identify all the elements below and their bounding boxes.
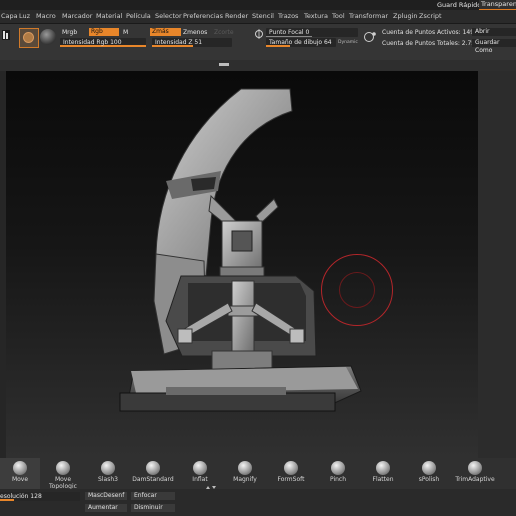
resolution-label: esolución 128: [0, 493, 42, 500]
total-points-count: Cuenta de Puntos Totales: 2.754,1: [382, 40, 485, 47]
brush-pinch-label: Pinch: [329, 476, 347, 483]
menu-material[interactable]: Material: [96, 12, 122, 20]
draw-size-label: Tamaño de dibujo 64: [269, 39, 332, 46]
brush-inflat-label: Inflat: [192, 476, 208, 483]
focal-shift-icon[interactable]: [254, 29, 264, 39]
quick-save-button[interactable]: Guard Rápido: [437, 1, 481, 9]
brush-move-topologic[interactable]: Move Topologic: [41, 458, 85, 490]
right-tray: [478, 71, 516, 458]
brush-move-topologic-icon: [56, 461, 70, 475]
shelf-divider: [0, 60, 516, 71]
transparent-button[interactable]: Transparente: [479, 0, 516, 10]
brush-move[interactable]: Move: [0, 458, 40, 489]
brush-flatten-label: Flatten: [372, 476, 394, 483]
brush-trimadaptive[interactable]: TrimAdaptive: [452, 458, 498, 489]
z-intensity-label: Intensidad Z 51: [155, 39, 203, 46]
rgb-intensity-label: Intensidad Rgb 100: [63, 39, 122, 46]
brush-flatten[interactable]: Flatten: [361, 458, 405, 489]
menu-tool[interactable]: Tool: [332, 12, 345, 20]
save-as-button[interactable]: Guardar Como: [472, 39, 516, 54]
z-intensity-slider[interactable]: Intensidad Z 51: [152, 38, 232, 47]
brush-formsoft-icon: [284, 461, 298, 475]
material-sphere-icon[interactable]: [40, 29, 56, 45]
menu-zscript[interactable]: Zscript: [419, 12, 442, 20]
brush-magnify-label: Magnify: [233, 476, 257, 483]
menu-picker[interactable]: Selector: [155, 12, 182, 20]
menu-transform[interactable]: Transformar: [349, 12, 388, 20]
brush-move-icon: [13, 461, 27, 475]
brush-spolish-label: sPolish: [418, 476, 440, 483]
brush-slash3[interactable]: Slash3: [86, 458, 130, 489]
resolution-slider[interactable]: esolución 128: [0, 492, 80, 501]
menu-movie[interactable]: Película: [126, 12, 151, 20]
brush-formsoft-label: FormSoft: [277, 476, 305, 483]
menu-layer[interactable]: Capa: [1, 12, 18, 20]
m-toggle[interactable]: M: [121, 29, 130, 37]
decrease-button[interactable]: Disminuir: [131, 504, 175, 512]
rgb-intensity-slider[interactable]: Intensidad Rgb 100: [60, 38, 146, 47]
mech-model-render: [119, 88, 362, 412]
brush-spolish[interactable]: sPolish: [407, 458, 451, 489]
menu-light[interactable]: Luz: [19, 12, 30, 20]
brush-flatten-icon: [376, 461, 390, 475]
menu-render[interactable]: Render: [225, 12, 248, 20]
zsub-toggle[interactable]: Zmenos: [181, 29, 209, 37]
focus-button[interactable]: Enfocar: [131, 492, 175, 500]
brush-magnify[interactable]: Magnify: [223, 458, 267, 489]
active-points-count: Cuenta de Puntos Activos: 149,28: [382, 29, 484, 36]
menu-zplugin[interactable]: Zplugin: [393, 12, 418, 20]
brush-slash3-icon: [101, 461, 115, 475]
zadd-toggle[interactable]: Zmás: [150, 28, 181, 36]
menu-texture[interactable]: Textura: [304, 12, 328, 20]
brush-damstandard[interactable]: DamStandard: [131, 458, 175, 489]
brush-pinch[interactable]: Pinch: [316, 458, 360, 489]
brush-trimadaptive-label: TrimAdaptive: [455, 476, 495, 483]
focal-shift-fill: [266, 36, 312, 37]
bottom-bar: esolución 128 MascDesenf Enfocar Aumenta…: [0, 489, 516, 516]
zcut-toggle[interactable]: Zcorte: [212, 29, 236, 37]
menu-stencil[interactable]: Stencil: [252, 12, 274, 20]
mask-blur-button[interactable]: MascDesenf: [85, 492, 127, 500]
menu-bar: Capa Luz Macro Marcador Material Películ…: [0, 10, 516, 24]
brush-damstandard-icon: [146, 461, 160, 475]
rgb-toggle[interactable]: Rgb: [89, 28, 119, 36]
top-strip: Guard Rápido Transparente: [0, 0, 516, 10]
draw-size-slider[interactable]: Tamaño de dibujo 64: [266, 38, 336, 47]
increase-button[interactable]: Aumentar: [85, 504, 127, 512]
open-button[interactable]: Abrir: [472, 28, 516, 36]
focal-shift-slider[interactable]: Punto Focal 0: [266, 28, 358, 37]
brush-slash3-label: Slash3: [98, 476, 118, 483]
edit-mode-icon[interactable]: [2, 30, 10, 40]
brush-trimadaptive-icon: [468, 461, 482, 475]
brush-magnify-icon: [238, 461, 252, 475]
drag-handle[interactable]: [219, 63, 229, 66]
brush-cursor-inner: [339, 272, 375, 308]
document-canvas[interactable]: [6, 71, 478, 458]
focal-shift-label: Punto Focal 0: [269, 29, 310, 36]
brush-formsoft[interactable]: FormSoft: [269, 458, 313, 489]
menu-stroke[interactable]: Trazos: [278, 12, 298, 20]
brush-spolish-icon: [422, 461, 436, 475]
brush-move-topologic-label: Move Topologic: [49, 476, 77, 490]
menu-marker[interactable]: Marcador: [62, 12, 92, 20]
brush-pinch-icon: [331, 461, 345, 475]
menu-macro[interactable]: Macro: [36, 12, 56, 20]
brush-inflat-icon: [193, 461, 207, 475]
menu-preferences[interactable]: Preferencias: [183, 12, 223, 20]
brush-damstandard-label: DamStandard: [132, 476, 174, 483]
dynamic-toggle[interactable]: Dynamic: [336, 39, 360, 47]
brush-move-label: Move: [11, 476, 29, 483]
brush-shelf: Move Move Topologic Slash3 DamStandard I…: [0, 458, 516, 490]
mrgb-toggle[interactable]: Mrgb: [60, 29, 79, 37]
draw-mode-icon[interactable]: [19, 28, 39, 48]
point-count-icon: [363, 30, 377, 44]
